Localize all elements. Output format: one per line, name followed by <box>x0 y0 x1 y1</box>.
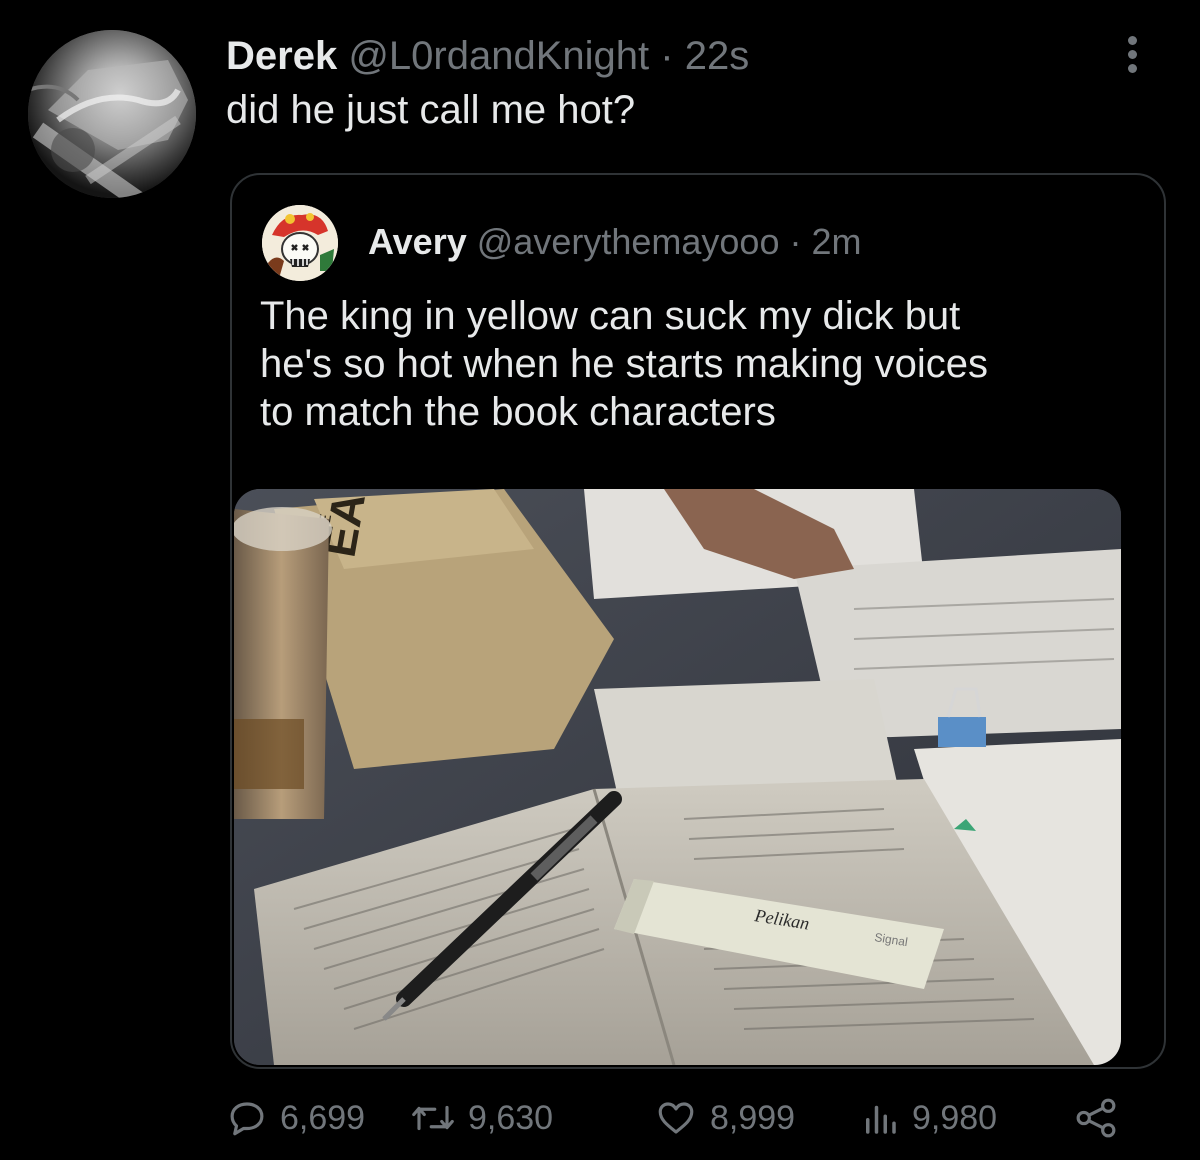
cartoon-skeleton-avatar-icon <box>262 205 338 281</box>
more-options-button[interactable] <box>1116 32 1150 76</box>
quoted-author-avatar[interactable] <box>262 205 338 281</box>
more-vertical-icon <box>1128 36 1137 45</box>
more-vertical-icon-dot <box>1128 64 1137 73</box>
views-icon <box>866 1105 896 1134</box>
knight-gauntlet-avatar-icon <box>28 30 196 198</box>
quoted-text-line: to match the book characters <box>260 390 776 434</box>
tweet-timestamp[interactable]: 22s <box>685 34 750 78</box>
tweet: Derek @L0rdandKnight · 22s did he just c… <box>0 0 1200 1160</box>
views-button[interactable]: 9,980 <box>860 1092 997 1144</box>
retweet-button[interactable]: 9,630 <box>410 1092 553 1144</box>
author-avatar[interactable] <box>28 30 196 198</box>
heart-icon <box>658 1102 694 1134</box>
tweet-actions: 6,699 9,630 8,999 9,980 <box>226 1092 1156 1144</box>
quoted-text: The king in yellow can suck my dick but … <box>260 292 1140 436</box>
share-button[interactable] <box>1072 1092 1120 1144</box>
tweet-header: Derek @L0rdandKnight · 22s <box>226 30 749 82</box>
quoted-header: Avery @averythemayooo · 2m <box>368 219 862 265</box>
reply-icon <box>230 1102 264 1136</box>
retweet-icon <box>412 1105 454 1131</box>
quoted-text-line: he's so hot when he starts making voices <box>260 342 989 386</box>
like-button[interactable]: 8,999 <box>654 1092 795 1144</box>
author-name[interactable]: Derek <box>226 34 337 78</box>
quoted-author-handle[interactable]: @averythemayooo <box>477 221 780 262</box>
quoted-tweet[interactable]: Avery @averythemayooo · 2m The king in y… <box>230 173 1166 1069</box>
quoted-text-line: The king in yellow can suck my dick but <box>260 294 961 338</box>
reply-count: 6,699 <box>280 1098 366 1137</box>
photo-study-desk-icon: COFFEE EA <box>234 489 1121 1065</box>
separator-dot: · <box>789 221 802 262</box>
author-handle[interactable]: @L0rdandKnight <box>348 34 649 78</box>
retweet-count: 9,630 <box>468 1098 554 1137</box>
more-vertical-icon-dot <box>1128 50 1137 59</box>
quoted-timestamp[interactable]: 2m <box>812 221 862 262</box>
views-count: 9,980 <box>912 1098 998 1137</box>
quoted-media-photo[interactable]: COFFEE EA <box>234 489 1121 1065</box>
tweet-text: did he just call me hot? <box>226 88 636 132</box>
like-count: 8,999 <box>710 1098 796 1137</box>
quoted-author-name[interactable]: Avery <box>368 221 467 262</box>
reply-button[interactable]: 6,699 <box>226 1092 365 1144</box>
separator-dot: · <box>660 34 674 78</box>
share-icon <box>1076 1098 1116 1138</box>
